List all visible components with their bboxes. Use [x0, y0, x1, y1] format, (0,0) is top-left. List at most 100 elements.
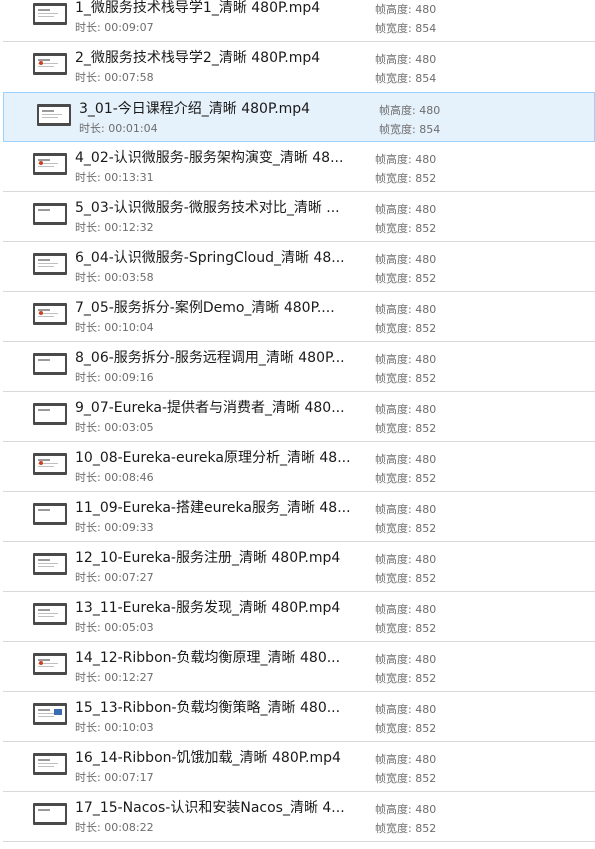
video-thumbnail-icon	[33, 453, 67, 475]
frame-width-label: 帧宽度:	[375, 722, 416, 735]
frame-width-value: 852	[415, 522, 437, 535]
file-name: 10_08-Eureka-eureka原理分析_清晰 48...	[75, 450, 351, 466]
file-item[interactable]: 11_09-Eureka-搭建eureka服务_清晰 48... 时长: 00:0…	[0, 492, 595, 542]
frame-width-label: 帧宽度:	[375, 72, 416, 85]
frame-width-label: 帧宽度:	[379, 123, 420, 136]
frame-height-label: 帧高度:	[375, 553, 416, 566]
frame-height: 帧高度: 480	[375, 51, 436, 67]
frame-width-value: 852	[415, 622, 437, 635]
file-item[interactable]: 2_微服务技术栈导学2_清晰 480P.mp4 时长: 00:07:58 帧高度: …	[0, 42, 595, 92]
duration-value: 00:05:03	[104, 621, 154, 634]
video-thumbnail-icon	[33, 3, 67, 25]
frame-width-value: 852	[415, 172, 437, 185]
frame-width: 帧宽度: 852	[375, 720, 436, 736]
file-item[interactable]: 13_11-Eureka-服务发现_清晰 480P.mp4 时长: 00:05:0…	[0, 592, 595, 642]
file-duration: 时长: 00:07:58	[75, 69, 154, 85]
file-name: 8_06-服务拆分-服务远程调用_清晰 480P...	[75, 350, 345, 366]
file-name: 12_10-Eureka-服务注册_清晰 480P.mp4	[75, 550, 341, 566]
frame-width-label: 帧宽度:	[375, 422, 416, 435]
frame-width-value: 852	[415, 272, 437, 285]
file-item[interactable]: 10_08-Eureka-eureka原理分析_清晰 48... 时长: 00:0…	[0, 442, 595, 492]
frame-width-value: 852	[415, 822, 437, 835]
frame-height-value: 480	[415, 603, 437, 616]
duration-label: 时长:	[75, 621, 105, 634]
frame-width: 帧宽度: 852	[375, 370, 436, 386]
file-item[interactable]: 16_14-Ribbon-饥饿加载_清晰 480P.mp4 时长: 00:07:1…	[0, 742, 595, 792]
file-duration: 时长: 00:08:22	[75, 819, 154, 835]
file-item[interactable]: 17_15-Nacos-认识和安装Nacos_清晰 4... 时长: 00:08:…	[0, 792, 595, 842]
duration-value: 00:03:05	[104, 421, 154, 434]
frame-height-value: 480	[415, 403, 437, 416]
frame-height-label: 帧高度:	[375, 403, 416, 416]
file-name: 3_01-今日课程介绍_清晰 480P.mp4	[79, 101, 311, 117]
duration-value: 00:08:46	[104, 471, 154, 484]
frame-width-value: 854	[415, 72, 437, 85]
duration-label: 时长:	[75, 821, 105, 834]
video-thumbnail-icon	[37, 104, 71, 126]
file-duration: 时长: 00:03:58	[75, 269, 154, 285]
duration-value: 00:07:27	[104, 571, 154, 584]
frame-height-label: 帧高度:	[375, 303, 416, 316]
frame-height-label: 帧高度:	[375, 703, 416, 716]
file-item[interactable]: 9_07-Eureka-提供者与消费者_清晰 480... 时长: 00:03:0…	[0, 392, 595, 442]
frame-width: 帧宽度: 852	[375, 470, 436, 486]
video-thumbnail-icon	[33, 753, 67, 775]
file-item[interactable]: 8_06-服务拆分-服务远程调用_清晰 480P... 时长: 00:09:16 帧…	[0, 342, 595, 392]
frame-height-label: 帧高度:	[375, 53, 416, 66]
file-duration: 时长: 00:05:03	[75, 619, 154, 635]
frame-height-label: 帧高度:	[375, 253, 416, 266]
duration-label: 时长:	[79, 122, 109, 135]
frame-width: 帧宽度: 852	[375, 170, 436, 186]
frame-width-label: 帧宽度:	[375, 622, 416, 635]
frame-height: 帧高度: 480	[375, 651, 436, 667]
frame-height-value: 480	[415, 3, 437, 16]
duration-value: 00:10:03	[104, 721, 154, 734]
frame-height-value: 480	[415, 753, 437, 766]
frame-width-label: 帧宽度:	[375, 322, 416, 335]
duration-label: 时长:	[75, 521, 105, 534]
file-item[interactable]: 12_10-Eureka-服务注册_清晰 480P.mp4 时长: 00:07:2…	[0, 542, 595, 592]
frame-width-value: 852	[415, 772, 437, 785]
frame-width-label: 帧宽度:	[375, 822, 416, 835]
file-name: 7_05-服务拆分-案例Demo_清晰 480P....	[75, 300, 335, 316]
file-duration: 时长: 00:07:17	[75, 769, 154, 785]
frame-width: 帧宽度: 852	[375, 320, 436, 336]
file-name: 2_微服务技术栈导学2_清晰 480P.mp4	[75, 50, 321, 66]
file-duration: 时长: 00:13:31	[75, 169, 154, 185]
video-thumbnail-icon	[33, 653, 67, 675]
file-item[interactable]: 14_12-Ribbon-负载均衡原理_清晰 480... 时长: 00:12:2…	[0, 642, 595, 692]
file-item[interactable]: 6_04-认识微服务-SpringCloud_清晰 48... 时长: 00:03…	[0, 242, 595, 292]
frame-width: 帧宽度: 852	[375, 670, 436, 686]
duration-label: 时长:	[75, 771, 105, 784]
file-item[interactable]: 15_13-Ribbon-负载均衡策略_清晰 480... 时长: 00:10:0…	[0, 692, 595, 742]
duration-label: 时长:	[75, 671, 105, 684]
file-item[interactable]: 3_01-今日课程介绍_清晰 480P.mp4 时长: 00:01:04 帧高度: …	[3, 92, 595, 142]
duration-label: 时长:	[75, 271, 105, 284]
frame-width-label: 帧宽度:	[375, 572, 416, 585]
file-name: 4_02-认识微服务-服务架构演变_清晰 48...	[75, 150, 344, 166]
file-item[interactable]: 7_05-服务拆分-案例Demo_清晰 480P.... 时长: 00:10:04…	[0, 292, 595, 342]
duration-value: 00:10:04	[104, 321, 154, 334]
duration-value: 00:07:58	[104, 71, 154, 84]
frame-height-label: 帧高度:	[375, 503, 416, 516]
frame-height-value: 480	[419, 104, 441, 117]
frame-height-value: 480	[415, 453, 437, 466]
frame-height-label: 帧高度:	[375, 653, 416, 666]
video-thumbnail-icon	[33, 353, 67, 375]
file-item[interactable]: 5_03-认识微服务-微服务技术对比_清晰 ... 时长: 00:12:32 帧高度…	[0, 192, 595, 242]
file-item[interactable]: 4_02-认识微服务-服务架构演变_清晰 48... 时长: 00:13:31 帧高…	[0, 142, 595, 192]
frame-width-label: 帧宽度:	[375, 472, 416, 485]
duration-label: 时长:	[75, 71, 105, 84]
frame-width: 帧宽度: 854	[375, 70, 436, 86]
frame-width: 帧宽度: 852	[375, 570, 436, 586]
frame-width-label: 帧宽度:	[375, 672, 416, 685]
frame-width: 帧宽度: 852	[375, 820, 436, 836]
duration-value: 00:12:32	[104, 221, 154, 234]
frame-height: 帧高度: 480	[375, 351, 436, 367]
file-name: 15_13-Ribbon-负载均衡策略_清晰 480...	[75, 700, 341, 716]
file-duration: 时长: 00:08:46	[75, 469, 154, 485]
file-item[interactable]: 1_微服务技术栈导学1_清晰 480P.mp4 时长: 00:09:07 帧高度: …	[0, 0, 595, 42]
video-thumbnail-icon	[33, 503, 67, 525]
frame-height-label: 帧高度:	[375, 453, 416, 466]
duration-value: 00:01:04	[108, 122, 158, 135]
